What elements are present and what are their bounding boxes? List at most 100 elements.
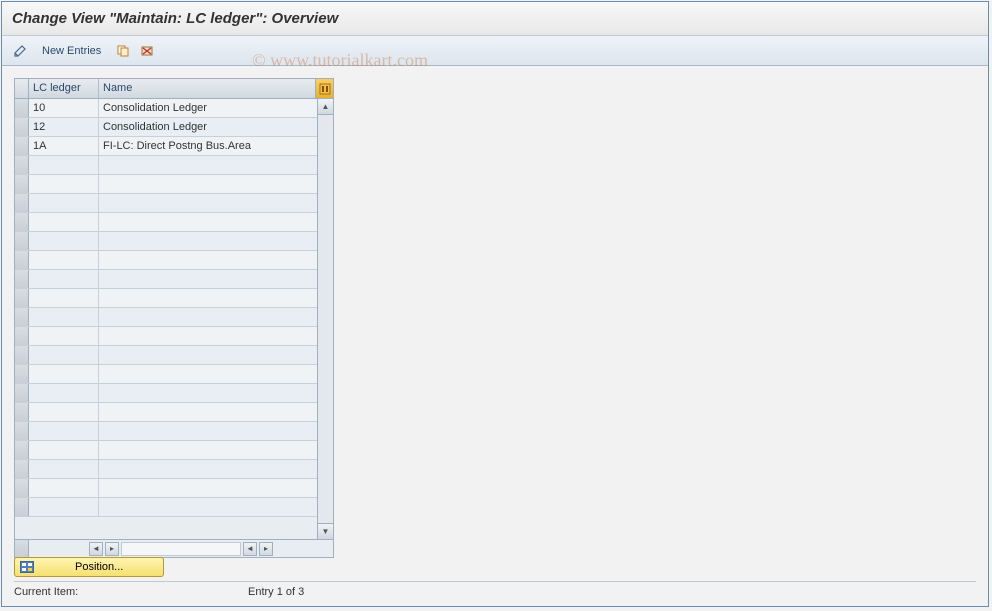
cell-lc-ledger[interactable]: 12 — [29, 118, 99, 136]
cell-name[interactable] — [99, 346, 317, 364]
cell-name[interactable] — [99, 365, 317, 383]
row-selector[interactable] — [15, 308, 29, 326]
row-selector[interactable] — [15, 175, 29, 193]
cell-lc-ledger[interactable] — [29, 327, 99, 345]
table-row[interactable] — [15, 156, 317, 175]
cell-name[interactable] — [99, 270, 317, 288]
cell-name[interactable] — [99, 308, 317, 326]
cell-lc-ledger[interactable] — [29, 289, 99, 307]
row-selector[interactable] — [15, 422, 29, 440]
cell-lc-ledger[interactable] — [29, 270, 99, 288]
cell-name[interactable]: Consolidation Ledger — [99, 99, 317, 117]
cell-lc-ledger[interactable] — [29, 251, 99, 269]
row-selector[interactable] — [15, 289, 29, 307]
table-row[interactable] — [15, 403, 317, 422]
cell-name[interactable] — [99, 460, 317, 478]
row-selector[interactable] — [15, 270, 29, 288]
cell-name[interactable] — [99, 194, 317, 212]
cell-name[interactable]: FI-LC: Direct Postng Bus.Area — [99, 137, 317, 155]
cell-lc-ledger[interactable] — [29, 346, 99, 364]
table-row[interactable] — [15, 232, 317, 251]
cell-lc-ledger[interactable] — [29, 175, 99, 193]
cell-name[interactable] — [99, 251, 317, 269]
select-all-handle[interactable] — [15, 79, 29, 98]
cell-lc-ledger[interactable] — [29, 194, 99, 212]
cell-name[interactable]: Consolidation Ledger — [99, 118, 317, 136]
cell-lc-ledger[interactable] — [29, 498, 99, 516]
delete-button[interactable] — [137, 41, 157, 61]
scroll-down-button[interactable]: ▼ — [318, 523, 333, 539]
row-selector[interactable] — [15, 156, 29, 174]
table-row[interactable] — [15, 175, 317, 194]
row-selector[interactable] — [15, 137, 29, 155]
row-selector[interactable] — [15, 232, 29, 250]
vertical-scrollbar[interactable]: ▲ ▼ — [317, 99, 333, 539]
table-row[interactable] — [15, 308, 317, 327]
row-selector[interactable] — [15, 441, 29, 459]
column-header-name[interactable]: Name — [99, 79, 315, 98]
table-row[interactable]: 12Consolidation Ledger — [15, 118, 317, 137]
table-row[interactable] — [15, 498, 317, 517]
cell-name[interactable] — [99, 175, 317, 193]
row-selector[interactable] — [15, 327, 29, 345]
cell-name[interactable] — [99, 232, 317, 250]
cell-lc-ledger[interactable] — [29, 460, 99, 478]
table-row[interactable] — [15, 422, 317, 441]
cell-name[interactable] — [99, 327, 317, 345]
cell-lc-ledger[interactable] — [29, 232, 99, 250]
cell-name[interactable] — [99, 156, 317, 174]
table-row[interactable] — [15, 289, 317, 308]
row-selector[interactable] — [15, 460, 29, 478]
cell-lc-ledger[interactable] — [29, 384, 99, 402]
scroll-right-button[interactable]: ◄ — [243, 542, 257, 556]
table-row[interactable]: 1AFI-LC: Direct Postng Bus.Area — [15, 137, 317, 156]
cell-name[interactable] — [99, 384, 317, 402]
table-row[interactable] — [15, 346, 317, 365]
horizontal-scrollbar[interactable]: ◄ ▸ ◄ ▸ — [29, 540, 333, 557]
copy-button[interactable] — [113, 41, 133, 61]
row-selector[interactable] — [15, 194, 29, 212]
scroll-last-button[interactable]: ▸ — [259, 542, 273, 556]
table-row[interactable] — [15, 441, 317, 460]
position-button[interactable]: Position... — [14, 557, 164, 577]
cell-name[interactable] — [99, 289, 317, 307]
table-row[interactable] — [15, 327, 317, 346]
table-row[interactable] — [15, 479, 317, 498]
table-row[interactable] — [15, 251, 317, 270]
row-selector[interactable] — [15, 213, 29, 231]
row-selector[interactable] — [15, 365, 29, 383]
cell-name[interactable] — [99, 403, 317, 421]
cell-lc-ledger[interactable] — [29, 422, 99, 440]
cell-name[interactable] — [99, 479, 317, 497]
cell-lc-ledger[interactable]: 1A — [29, 137, 99, 155]
row-selector[interactable] — [15, 346, 29, 364]
row-selector[interactable] — [15, 498, 29, 516]
cell-lc-ledger[interactable] — [29, 213, 99, 231]
table-row[interactable]: 10Consolidation Ledger — [15, 99, 317, 118]
row-selector[interactable] — [15, 251, 29, 269]
table-row[interactable] — [15, 213, 317, 232]
scroll-up-button[interactable]: ▲ — [318, 99, 333, 115]
cell-name[interactable] — [99, 498, 317, 516]
table-settings-button[interactable] — [315, 79, 333, 98]
cell-lc-ledger[interactable] — [29, 403, 99, 421]
row-selector[interactable] — [15, 403, 29, 421]
scroll-left-button[interactable]: ▸ — [105, 542, 119, 556]
table-row[interactable] — [15, 384, 317, 403]
cell-name[interactable] — [99, 422, 317, 440]
cell-lc-ledger[interactable]: 10 — [29, 99, 99, 117]
cell-lc-ledger[interactable] — [29, 156, 99, 174]
row-selector[interactable] — [15, 384, 29, 402]
cell-name[interactable] — [99, 441, 317, 459]
table-row[interactable] — [15, 365, 317, 384]
scroll-first-button[interactable]: ◄ — [89, 542, 103, 556]
table-row[interactable] — [15, 460, 317, 479]
column-header-lc-ledger[interactable]: LC ledger — [29, 79, 99, 98]
cell-lc-ledger[interactable] — [29, 365, 99, 383]
cell-name[interactable] — [99, 213, 317, 231]
cell-lc-ledger[interactable] — [29, 308, 99, 326]
row-selector[interactable] — [15, 118, 29, 136]
table-row[interactable] — [15, 270, 317, 289]
row-selector[interactable] — [15, 99, 29, 117]
new-entries-button[interactable]: New Entries — [34, 42, 109, 60]
